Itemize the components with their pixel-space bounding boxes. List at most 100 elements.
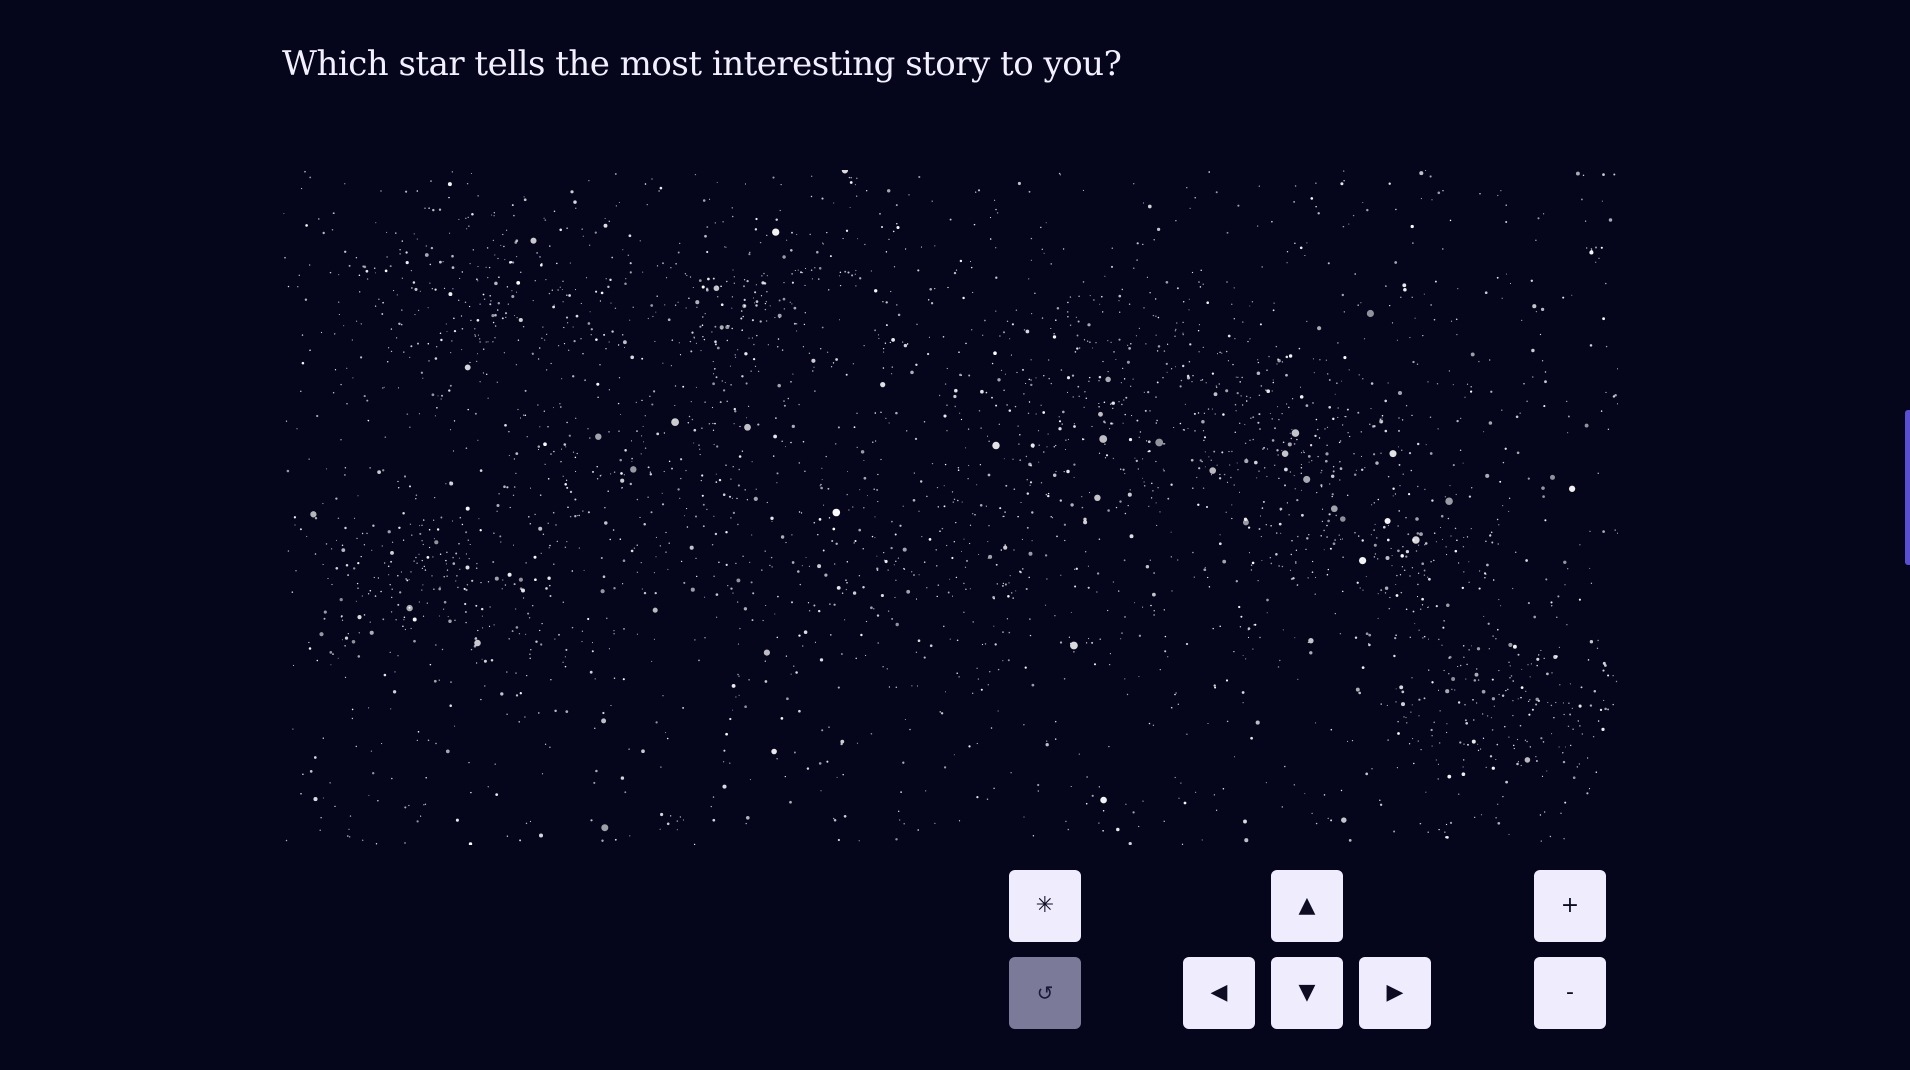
star[interactable]: [1505, 689, 1507, 692]
star[interactable]: [787, 397, 790, 400]
star[interactable]: [1017, 515, 1019, 518]
star[interactable]: [886, 668, 888, 670]
star[interactable]: [458, 542, 460, 545]
star[interactable]: [1207, 576, 1209, 579]
star[interactable]: [763, 282, 767, 285]
star[interactable]: [498, 492, 500, 495]
star[interactable]: [566, 294, 568, 296]
star[interactable]: [483, 659, 487, 663]
star[interactable]: [1269, 412, 1271, 415]
star[interactable]: [480, 698, 482, 701]
star[interactable]: [1003, 545, 1008, 550]
star[interactable]: [1508, 510, 1510, 512]
star[interactable]: [574, 289, 577, 291]
star[interactable]: [743, 304, 746, 307]
star[interactable]: [1288, 406, 1290, 409]
star[interactable]: [977, 189, 981, 192]
star[interactable]: [400, 323, 403, 326]
star[interactable]: [526, 674, 528, 677]
star[interactable]: [1454, 527, 1457, 530]
star[interactable]: [470, 791, 472, 794]
star[interactable]: [477, 265, 479, 268]
star[interactable]: [1201, 839, 1203, 841]
star[interactable]: [956, 389, 958, 392]
star[interactable]: [1306, 537, 1309, 540]
star[interactable]: [1412, 738, 1414, 740]
star[interactable]: [1362, 378, 1364, 380]
star[interactable]: [618, 430, 620, 432]
star[interactable]: [556, 540, 558, 543]
star[interactable]: [827, 487, 830, 490]
star[interactable]: [1588, 788, 1591, 790]
star[interactable]: [1307, 455, 1311, 458]
star[interactable]: [484, 685, 486, 687]
star[interactable]: [363, 395, 366, 398]
star[interactable]: [884, 342, 887, 344]
star[interactable]: [1497, 194, 1499, 197]
star[interactable]: [344, 467, 347, 469]
star[interactable]: [594, 231, 597, 234]
star[interactable]: [424, 803, 427, 805]
star[interactable]: [1364, 466, 1366, 469]
star[interactable]: [1133, 267, 1135, 269]
star[interactable]: [487, 786, 489, 788]
star[interactable]: [1031, 683, 1035, 687]
star[interactable]: [1200, 269, 1202, 272]
star[interactable]: [896, 225, 900, 230]
star[interactable]: [420, 371, 424, 374]
star[interactable]: [743, 607, 748, 611]
star[interactable]: [553, 563, 555, 565]
star[interactable]: [629, 835, 631, 837]
star[interactable]: [409, 356, 411, 359]
star[interactable]: [1311, 812, 1313, 815]
star[interactable]: [1519, 412, 1521, 414]
star[interactable]: [798, 634, 801, 637]
star[interactable]: [1529, 699, 1531, 701]
star[interactable]: [581, 641, 583, 643]
star[interactable]: [1491, 678, 1494, 681]
star[interactable]: [1174, 330, 1177, 332]
star[interactable]: [1363, 338, 1366, 340]
star[interactable]: [552, 407, 555, 409]
star[interactable]: [963, 582, 965, 585]
star[interactable]: [872, 441, 874, 443]
star[interactable]: [1419, 532, 1423, 537]
star[interactable]: [434, 497, 436, 499]
star[interactable]: [774, 317, 776, 319]
star[interactable]: [691, 331, 694, 334]
star[interactable]: [1223, 473, 1226, 476]
star[interactable]: [1605, 391, 1607, 393]
star[interactable]: [411, 287, 413, 289]
star[interactable]: [937, 584, 940, 586]
star[interactable]: [377, 470, 381, 474]
star[interactable]: [1368, 633, 1372, 637]
star[interactable]: [906, 343, 909, 345]
star[interactable]: [823, 504, 825, 506]
star[interactable]: [965, 559, 969, 562]
star[interactable]: [995, 404, 998, 407]
star[interactable]: [1360, 302, 1362, 304]
star[interactable]: [1072, 396, 1074, 398]
star[interactable]: [1328, 405, 1332, 409]
star[interactable]: [446, 330, 448, 333]
star[interactable]: [1110, 403, 1112, 405]
star[interactable]: [1398, 510, 1400, 512]
star[interactable]: [1602, 317, 1605, 321]
star[interactable]: [323, 610, 327, 614]
star[interactable]: [544, 463, 546, 465]
star[interactable]: [1023, 724, 1025, 726]
star[interactable]: [1037, 783, 1040, 787]
star[interactable]: [1396, 339, 1399, 341]
star[interactable]: [1277, 666, 1280, 668]
star[interactable]: [1250, 569, 1253, 571]
star[interactable]: [1058, 427, 1062, 431]
star[interactable]: [801, 645, 804, 647]
star[interactable]: [1523, 383, 1525, 385]
star[interactable]: [704, 234, 707, 238]
star[interactable]: [300, 792, 302, 795]
star[interactable]: [1332, 470, 1335, 473]
star[interactable]: [1234, 338, 1236, 340]
star[interactable]: [1551, 733, 1553, 735]
star[interactable]: [587, 322, 591, 325]
star[interactable]: [665, 551, 667, 553]
